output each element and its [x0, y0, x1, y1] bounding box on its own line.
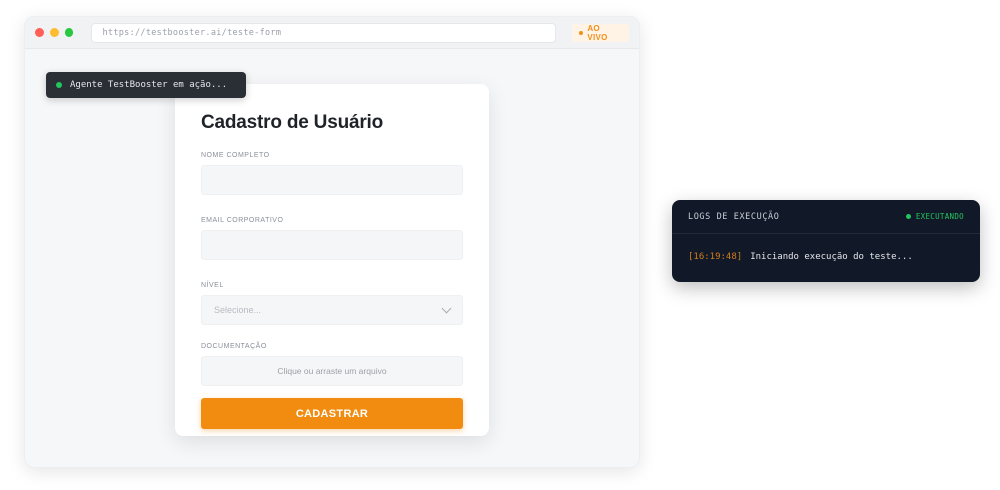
log-message: Iniciando execução do teste...: [750, 252, 913, 262]
live-dot-icon: [579, 30, 584, 35]
logs-title: LOGS DE EXECUÇÃO: [688, 211, 780, 222]
role-select-placeholder: Selecione...: [214, 305, 262, 315]
submit-button-label: CADASTRAR: [295, 407, 369, 420]
log-timestamp: [16:19:48]: [688, 252, 743, 262]
doc-field-label: DOCUMENTAÇÃO: [201, 343, 267, 350]
email-field-label: EMAIL CORPORATIVO: [201, 217, 284, 224]
execution-logs-panel: LOGS DE EXECUÇÃO EXECUTANDO [16:19:48] I…: [672, 200, 980, 282]
live-label: AO VIVO: [587, 23, 608, 42]
name-input[interactable]: [201, 165, 463, 195]
file-upload-placeholder: Clique ou arraste um arquivo: [277, 366, 387, 376]
logs-status-badge: EXECUTANDO: [905, 212, 964, 221]
address-bar[interactable]: https://testbooster.ai/teste-form: [91, 22, 557, 43]
role-select[interactable]: Selecione...: [201, 295, 463, 325]
agent-active-dot-icon: [56, 82, 62, 88]
browser-toolbar: https://testbooster.ai/teste-form AO VIV…: [25, 17, 639, 49]
logs-header: LOGS DE EXECUÇÃO EXECUTANDO: [672, 200, 980, 234]
minimize-window-dot[interactable]: [49, 28, 59, 37]
close-window-dot[interactable]: [35, 28, 44, 37]
running-dot-icon: [905, 214, 911, 219]
email-input[interactable]: [201, 230, 463, 260]
name-field-label: NOME COMPLETO: [201, 152, 270, 159]
file-upload-dropzone[interactable]: Clique ou arraste um arquivo: [201, 356, 463, 386]
live-badge: AO VIVO: [572, 23, 630, 42]
registration-form-card: Cadastro de Usuário NOME COMPLETO EMAIL …: [175, 84, 489, 436]
chevron-down-icon: [441, 303, 452, 313]
maximize-window-dot[interactable]: [64, 28, 74, 37]
agent-status-chip: Agente TestBooster em ação...: [46, 72, 246, 98]
url-text: https://testbooster.ai/teste-form: [102, 27, 282, 38]
stage: https://testbooster.ai/teste-form AO VIV…: [0, 0, 1000, 490]
agent-status-text: Agente TestBooster em ação...: [70, 80, 228, 90]
log-entry: [16:19:48] Iniciando execução do teste..…: [672, 234, 980, 262]
submit-button[interactable]: CADASTRAR: [201, 398, 463, 429]
logs-status-text: EXECUTANDO: [915, 212, 964, 221]
form-title: Cadastro de Usuário: [201, 112, 384, 133]
role-field-label: NÍVEL: [201, 282, 224, 289]
